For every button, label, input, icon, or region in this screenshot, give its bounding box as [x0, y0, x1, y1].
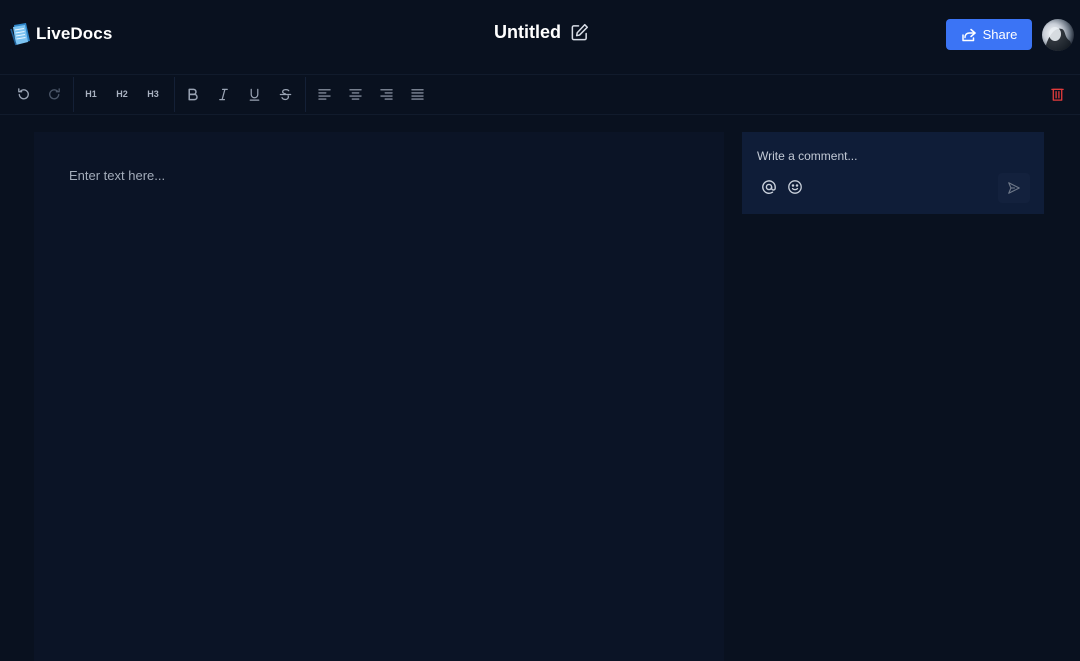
edit-title-icon[interactable] [570, 23, 589, 42]
align-center-button[interactable] [343, 82, 367, 106]
heading-3-button[interactable]: H3 [141, 82, 165, 106]
heading-1-button[interactable]: H1 [79, 82, 103, 106]
bold-button[interactable] [180, 82, 204, 106]
document-logo-icon [10, 23, 30, 46]
user-avatar[interactable] [1042, 19, 1074, 51]
send-icon [1008, 182, 1020, 194]
align-right-icon [379, 88, 393, 100]
redo-icon [48, 87, 60, 99]
app-logo[interactable]: LiveDocs [10, 22, 112, 46]
document-title[interactable]: Untitled [494, 22, 561, 43]
align-justify-icon [410, 88, 424, 100]
align-left-icon [317, 88, 331, 100]
app-name: LiveDocs [36, 24, 113, 43]
heading-2-button[interactable]: H2 [110, 82, 134, 106]
undo-icon [17, 87, 29, 99]
share-label: Share [982, 27, 1018, 42]
document-title-area: Untitled [494, 22, 589, 43]
strikethrough-button[interactable] [273, 82, 297, 106]
align-left-button[interactable] [312, 82, 336, 106]
document-editor[interactable]: Enter text here... [34, 132, 724, 661]
align-right-button[interactable] [374, 82, 398, 106]
align-center-icon [348, 88, 362, 100]
comment-composer: Write a comment... [742, 132, 1044, 214]
avatar-image [1042, 27, 1074, 51]
underline-icon [249, 88, 259, 101]
mention-icon[interactable] [761, 179, 777, 195]
toolbar-divider [73, 77, 74, 112]
redo-button[interactable] [42, 82, 66, 106]
toolbar-divider [305, 77, 306, 112]
share-button[interactable]: Share [946, 19, 1032, 50]
send-comment-button[interactable] [998, 173, 1030, 203]
share-icon [961, 28, 976, 41]
underline-button[interactable] [242, 82, 266, 106]
align-justify-button[interactable] [405, 82, 429, 106]
italic-icon [218, 88, 228, 100]
comment-input[interactable]: Write a comment... [757, 149, 857, 163]
delete-document-button[interactable] [1045, 82, 1069, 106]
emoji-icon[interactable] [787, 179, 803, 195]
trash-icon [1050, 88, 1064, 101]
strikethrough-icon [279, 88, 291, 100]
editor-placeholder: Enter text here... [69, 168, 166, 183]
toolbar-divider [174, 77, 175, 112]
app-header: LiveDocs Untitled Share [0, 0, 1080, 75]
bold-icon [187, 88, 198, 100]
formatting-toolbar: H1 H2 H3 [0, 75, 1080, 115]
undo-button[interactable] [11, 82, 35, 106]
italic-button[interactable] [211, 82, 235, 106]
